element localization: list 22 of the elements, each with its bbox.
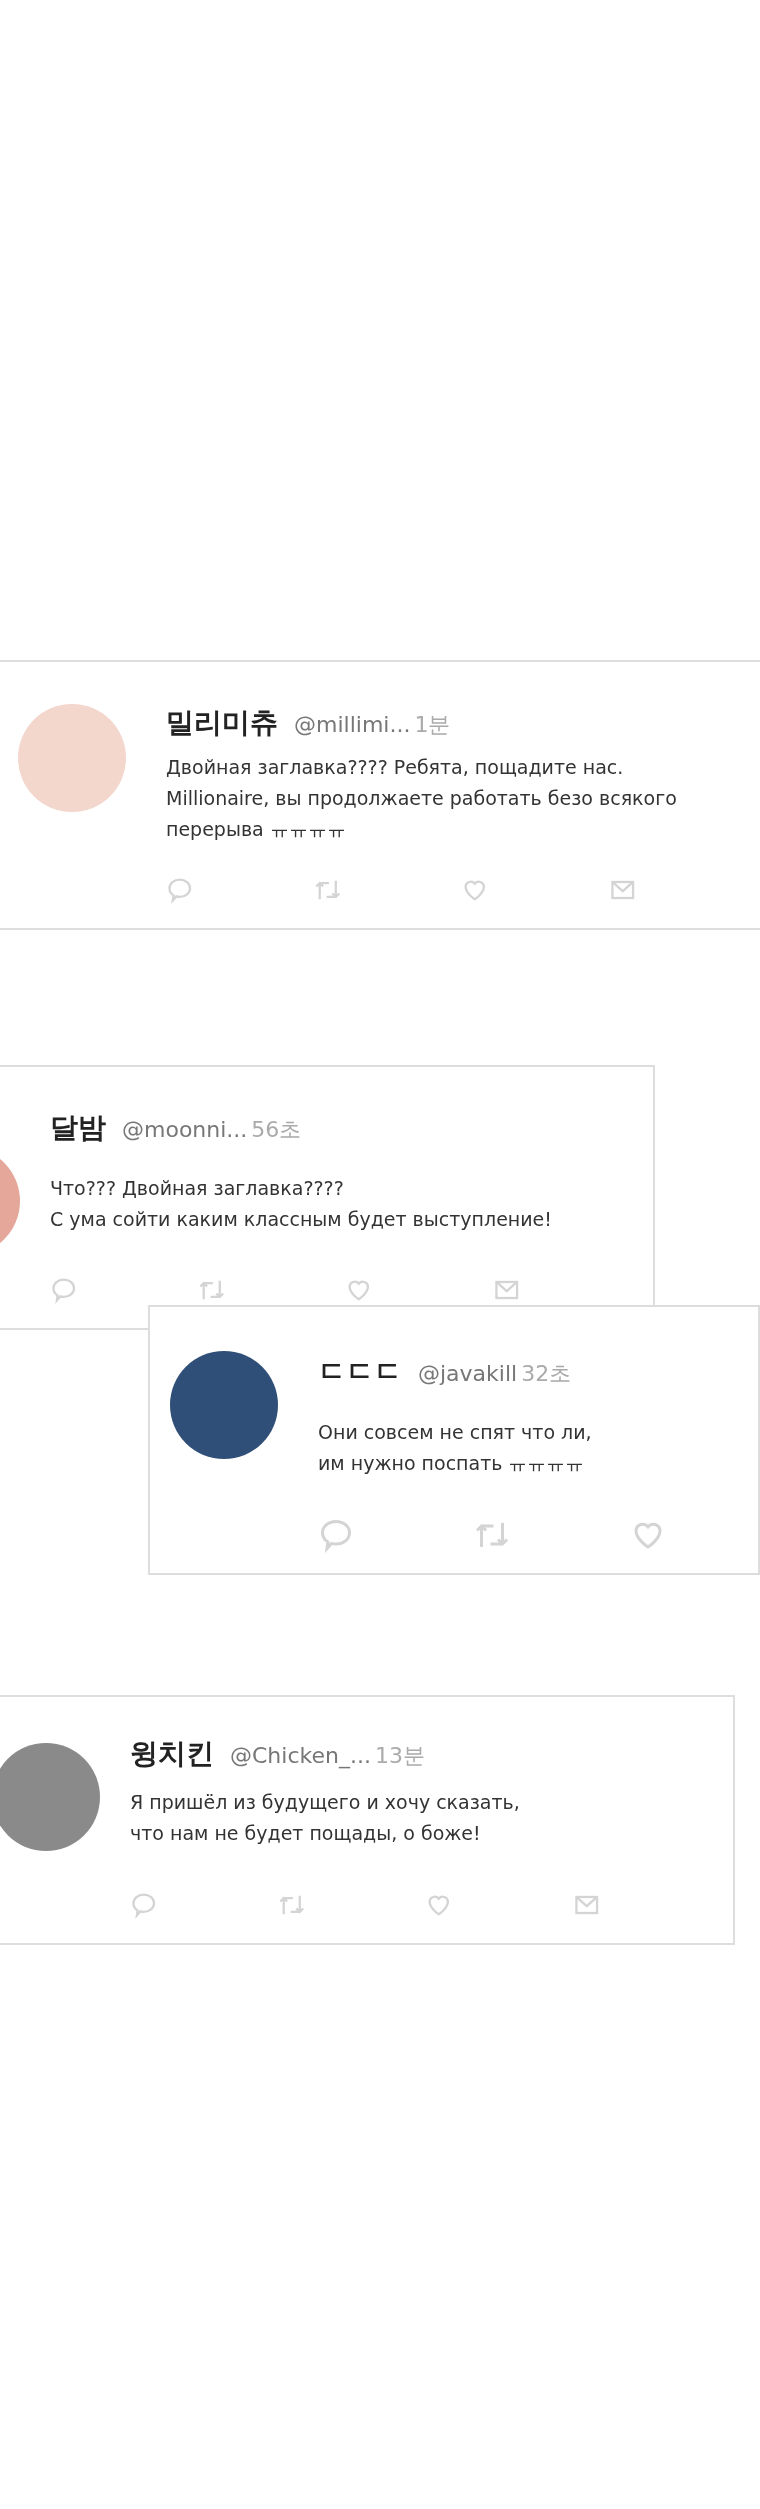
tweet-text: С ума сойти каким классным будет выступление! [50, 1207, 553, 1232]
tweet-text: им нужно поспать ㅠㅠㅠㅠ [318, 1451, 586, 1476]
tweet-text: перерыва ㅠㅠㅠㅠ [166, 817, 347, 842]
tweet-text: Они совсем не спят что ли, [318, 1420, 593, 1445]
user-name: ㄷㄷㄷ [318, 1354, 402, 1390]
user-handle: @Chicken_... [230, 1742, 371, 1771]
tweet-text: Двойная заглавка???? Ребята, пощадите нас. [166, 755, 625, 780]
post-time: 56초 [251, 1116, 302, 1144]
tweet-text: Что??? Двойная заглавка???? [50, 1176, 345, 1201]
tweet-text: что нам не будет пощады, о боже! [130, 1821, 482, 1846]
tweet-text: Millionaire, вы продолжаете работать безо всякого [166, 786, 678, 811]
tweet-text: Я пришёл из будущего и хочу сказать, [130, 1790, 521, 1815]
user-name: 달밤 [50, 1110, 106, 1146]
post-time: 13분 [374, 1742, 425, 1770]
user-handle: @javakill [418, 1360, 518, 1388]
post-time: 1분 [414, 711, 451, 739]
user-name: 밀리미츄 [166, 705, 278, 741]
post-time: 32초 [521, 1360, 572, 1388]
speech-bubble-icon[interactable] [318, 1517, 354, 1553]
user-handle: @millimi... [294, 711, 411, 739]
user-handle: @moonni... [122, 1116, 248, 1144]
user-name: 윙치킨 [130, 1736, 214, 1772]
